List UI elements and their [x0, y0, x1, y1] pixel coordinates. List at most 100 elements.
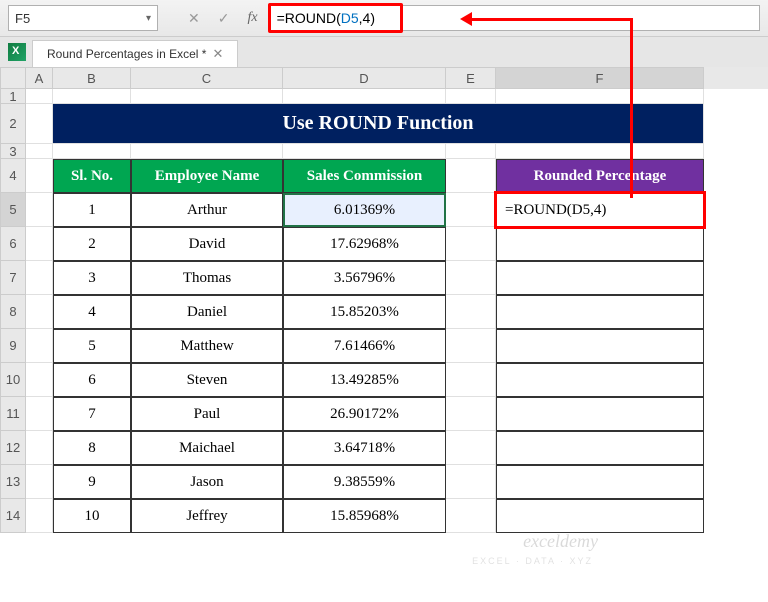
- cell-C8[interactable]: Daniel: [131, 295, 283, 329]
- col-header-E[interactable]: E: [446, 67, 496, 89]
- cell-F5[interactable]: =ROUND(D5,4): [496, 193, 704, 227]
- cancel-icon[interactable]: ✕: [188, 10, 200, 27]
- cell-B1[interactable]: [53, 89, 131, 104]
- cell-F9[interactable]: [496, 329, 704, 363]
- cell-A12[interactable]: [26, 431, 53, 465]
- col-header-D[interactable]: D: [283, 67, 446, 89]
- cell-F3[interactable]: [496, 144, 704, 159]
- cell-A13[interactable]: [26, 465, 53, 499]
- cell-D11[interactable]: 26.90172%: [283, 397, 446, 431]
- cell-E4[interactable]: [446, 159, 496, 193]
- cell-F13[interactable]: [496, 465, 704, 499]
- cell-F8[interactable]: [496, 295, 704, 329]
- formula-bar[interactable]: =ROUND(D5,4): [270, 5, 760, 31]
- header-emp[interactable]: Employee Name: [131, 159, 283, 193]
- row-header-8[interactable]: 8: [0, 295, 26, 329]
- cell-F12[interactable]: [496, 431, 704, 465]
- cell-C9[interactable]: Matthew: [131, 329, 283, 363]
- cell-E3[interactable]: [446, 144, 496, 159]
- cell-C7[interactable]: Thomas: [131, 261, 283, 295]
- cell-E13[interactable]: [446, 465, 496, 499]
- fx-icon[interactable]: fx: [247, 10, 257, 26]
- cell-C13[interactable]: Jason: [131, 465, 283, 499]
- cell-D10[interactable]: 13.49285%: [283, 363, 446, 397]
- row-header-6[interactable]: 6: [0, 227, 26, 261]
- cell-E9[interactable]: [446, 329, 496, 363]
- row-header-11[interactable]: 11: [0, 397, 26, 431]
- cell-E1[interactable]: [446, 89, 496, 104]
- cell-B9[interactable]: 5: [53, 329, 131, 363]
- cell-C10[interactable]: Steven: [131, 363, 283, 397]
- cell-E14[interactable]: [446, 499, 496, 533]
- cell-D5[interactable]: 6.01369%: [283, 193, 446, 227]
- cell-D6[interactable]: 17.62968%: [283, 227, 446, 261]
- select-all-corner[interactable]: [0, 67, 26, 89]
- cell-E6[interactable]: [446, 227, 496, 261]
- header-comm[interactable]: Sales Commission: [283, 159, 446, 193]
- row-header-7[interactable]: 7: [0, 261, 26, 295]
- cell-B13[interactable]: 9: [53, 465, 131, 499]
- row-header-2[interactable]: 2: [0, 104, 26, 144]
- row-header-3[interactable]: 3: [0, 144, 26, 159]
- cell-C3[interactable]: [131, 144, 283, 159]
- cell-F10[interactable]: [496, 363, 704, 397]
- cell-B6[interactable]: 2: [53, 227, 131, 261]
- cell-E7[interactable]: [446, 261, 496, 295]
- cell-A8[interactable]: [26, 295, 53, 329]
- cell-A4[interactable]: [26, 159, 53, 193]
- cell-F14[interactable]: [496, 499, 704, 533]
- cell-A1[interactable]: [26, 89, 53, 104]
- row-header-14[interactable]: 14: [0, 499, 26, 533]
- cell-D13[interactable]: 9.38559%: [283, 465, 446, 499]
- col-header-A[interactable]: A: [26, 67, 53, 89]
- cell-A3[interactable]: [26, 144, 53, 159]
- name-box[interactable]: F5 ▾: [8, 5, 158, 31]
- header-slno[interactable]: Sl. No.: [53, 159, 131, 193]
- cell-F6[interactable]: [496, 227, 704, 261]
- cell-D8[interactable]: 15.85203%: [283, 295, 446, 329]
- close-icon[interactable]: ✕: [212, 46, 223, 62]
- workbook-tab[interactable]: Round Percentages in Excel * ✕: [32, 40, 238, 67]
- cell-C1[interactable]: [131, 89, 283, 104]
- row-header-12[interactable]: 12: [0, 431, 26, 465]
- col-header-B[interactable]: B: [53, 67, 131, 89]
- cell-A11[interactable]: [26, 397, 53, 431]
- chevron-down-icon[interactable]: ▾: [146, 13, 151, 24]
- title-cell[interactable]: Use ROUND Function: [53, 104, 704, 144]
- cell-D14[interactable]: 15.85968%: [283, 499, 446, 533]
- row-header-4[interactable]: 4: [0, 159, 26, 193]
- cell-B10[interactable]: 6: [53, 363, 131, 397]
- cell-B11[interactable]: 7: [53, 397, 131, 431]
- cell-D7[interactable]: 3.56796%: [283, 261, 446, 295]
- cell-B5[interactable]: 1: [53, 193, 131, 227]
- col-header-F[interactable]: F: [496, 67, 704, 89]
- cell-A2[interactable]: [26, 104, 53, 144]
- cell-E5[interactable]: [446, 193, 496, 227]
- col-header-C[interactable]: C: [131, 67, 283, 89]
- cell-A10[interactable]: [26, 363, 53, 397]
- cell-C14[interactable]: Jeffrey: [131, 499, 283, 533]
- cell-B7[interactable]: 3: [53, 261, 131, 295]
- cell-C5[interactable]: Arthur: [131, 193, 283, 227]
- cell-A5[interactable]: [26, 193, 53, 227]
- cell-C11[interactable]: Paul: [131, 397, 283, 431]
- cell-F1[interactable]: [496, 89, 704, 104]
- cell-F11[interactable]: [496, 397, 704, 431]
- cell-D1[interactable]: [283, 89, 446, 104]
- cell-E8[interactable]: [446, 295, 496, 329]
- row-header-13[interactable]: 13: [0, 465, 26, 499]
- cell-D9[interactable]: 7.61466%: [283, 329, 446, 363]
- cell-C6[interactable]: David: [131, 227, 283, 261]
- cell-B8[interactable]: 4: [53, 295, 131, 329]
- enter-icon[interactable]: ✓: [218, 10, 230, 27]
- cell-E10[interactable]: [446, 363, 496, 397]
- cell-A9[interactable]: [26, 329, 53, 363]
- cell-B12[interactable]: 8: [53, 431, 131, 465]
- cell-C12[interactable]: Maichael: [131, 431, 283, 465]
- cell-F7[interactable]: [496, 261, 704, 295]
- cell-E12[interactable]: [446, 431, 496, 465]
- cell-A14[interactable]: [26, 499, 53, 533]
- row-header-5[interactable]: 5: [0, 193, 26, 227]
- cell-D12[interactable]: 3.64718%: [283, 431, 446, 465]
- cell-A7[interactable]: [26, 261, 53, 295]
